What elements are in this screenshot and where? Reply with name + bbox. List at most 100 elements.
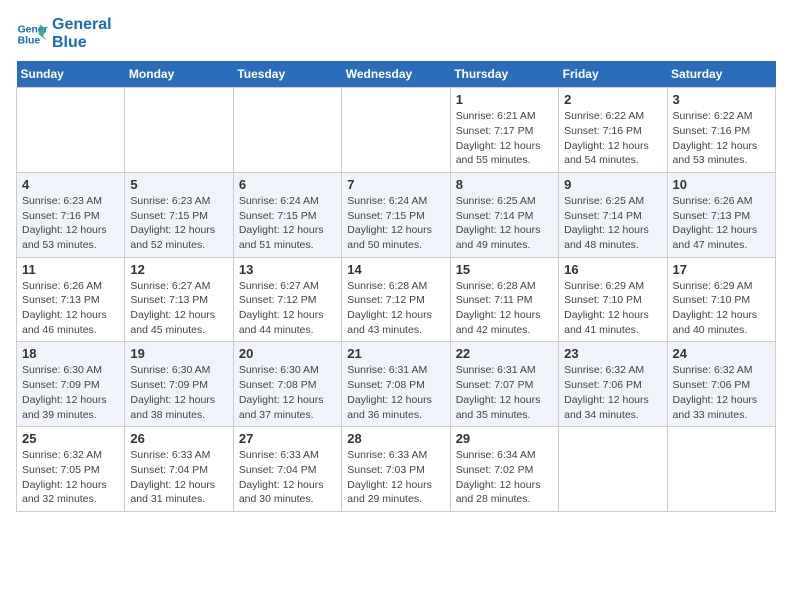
day-number: 20	[239, 346, 336, 361]
svg-text:Blue: Blue	[18, 35, 41, 46]
day-info: Sunrise: 6:31 AM Sunset: 7:07 PM Dayligh…	[456, 363, 553, 422]
day-number: 14	[347, 262, 444, 277]
calendar-day-cell: 14 Sunrise: 6:28 AM Sunset: 7:12 PM Dayli…	[342, 257, 450, 342]
weekday-header-tuesday: Tuesday	[233, 61, 341, 88]
calendar-week-row: 11 Sunrise: 6:26 AM Sunset: 7:13 PM Dayli…	[17, 257, 776, 342]
calendar-empty-cell	[667, 427, 775, 512]
logo: General Blue GeneralBlue	[16, 16, 112, 51]
calendar-empty-cell	[233, 88, 341, 173]
weekday-header-wednesday: Wednesday	[342, 61, 450, 88]
day-info: Sunrise: 6:26 AM Sunset: 7:13 PM Dayligh…	[22, 279, 119, 338]
day-info: Sunrise: 6:31 AM Sunset: 7:08 PM Dayligh…	[347, 363, 444, 422]
calendar-day-cell: 11 Sunrise: 6:26 AM Sunset: 7:13 PM Dayli…	[17, 257, 125, 342]
day-info: Sunrise: 6:28 AM Sunset: 7:11 PM Dayligh…	[456, 279, 553, 338]
day-number: 23	[564, 346, 661, 361]
day-info: Sunrise: 6:29 AM Sunset: 7:10 PM Dayligh…	[673, 279, 770, 338]
calendar-day-cell: 26 Sunrise: 6:33 AM Sunset: 7:04 PM Dayli…	[125, 427, 233, 512]
day-info: Sunrise: 6:24 AM Sunset: 7:15 PM Dayligh…	[347, 194, 444, 253]
day-number: 22	[456, 346, 553, 361]
weekday-header-row: SundayMondayTuesdayWednesdayThursdayFrid…	[17, 61, 776, 88]
calendar-week-row: 4Sunrise: 6:23 AM Sunset: 7:16 PM Daylig…	[17, 172, 776, 257]
day-number: 29	[456, 431, 553, 446]
day-number: 21	[347, 346, 444, 361]
day-number: 9	[564, 177, 661, 192]
calendar-day-cell: 4Sunrise: 6:23 AM Sunset: 7:16 PM Daylig…	[17, 172, 125, 257]
day-info: Sunrise: 6:22 AM Sunset: 7:16 PM Dayligh…	[564, 109, 661, 168]
day-info: Sunrise: 6:33 AM Sunset: 7:04 PM Dayligh…	[130, 448, 227, 507]
day-info: Sunrise: 6:33 AM Sunset: 7:04 PM Dayligh…	[239, 448, 336, 507]
calendar-day-cell: 21 Sunrise: 6:31 AM Sunset: 7:08 PM Dayli…	[342, 342, 450, 427]
calendar-day-cell: 2Sunrise: 6:22 AM Sunset: 7:16 PM Daylig…	[559, 88, 667, 173]
calendar-day-cell: 25Sunrise: 6:32 AM Sunset: 7:05 PM Dayli…	[17, 427, 125, 512]
day-info: Sunrise: 6:25 AM Sunset: 7:14 PM Dayligh…	[564, 194, 661, 253]
day-info: Sunrise: 6:32 AM Sunset: 7:05 PM Dayligh…	[22, 448, 119, 507]
calendar-day-cell: 29 Sunrise: 6:34 AM Sunset: 7:02 PM Dayli…	[450, 427, 558, 512]
day-info: Sunrise: 6:27 AM Sunset: 7:12 PM Dayligh…	[239, 279, 336, 338]
logo-text: GeneralBlue	[52, 16, 112, 51]
day-number: 11	[22, 262, 119, 277]
calendar-day-cell: 13 Sunrise: 6:27 AM Sunset: 7:12 PM Dayli…	[233, 257, 341, 342]
day-info: Sunrise: 6:25 AM Sunset: 7:14 PM Dayligh…	[456, 194, 553, 253]
calendar-day-cell: 10Sunrise: 6:26 AM Sunset: 7:13 PM Dayli…	[667, 172, 775, 257]
calendar-day-cell: 17 Sunrise: 6:29 AM Sunset: 7:10 PM Dayli…	[667, 257, 775, 342]
day-number: 8	[456, 177, 553, 192]
weekday-header-friday: Friday	[559, 61, 667, 88]
day-info: Sunrise: 6:23 AM Sunset: 7:15 PM Dayligh…	[130, 194, 227, 253]
day-info: Sunrise: 6:30 AM Sunset: 7:09 PM Dayligh…	[22, 363, 119, 422]
calendar-day-cell: 20 Sunrise: 6:30 AM Sunset: 7:08 PM Dayli…	[233, 342, 341, 427]
calendar-empty-cell	[125, 88, 233, 173]
weekday-header-saturday: Saturday	[667, 61, 775, 88]
calendar-day-cell: 24Sunrise: 6:32 AM Sunset: 7:06 PM Dayli…	[667, 342, 775, 427]
day-number: 19	[130, 346, 227, 361]
day-number: 1	[456, 92, 553, 107]
page-header: General Blue GeneralBlue	[16, 16, 776, 51]
day-number: 12	[130, 262, 227, 277]
day-info: Sunrise: 6:33 AM Sunset: 7:03 PM Dayligh…	[347, 448, 444, 507]
calendar-day-cell: 8 Sunrise: 6:25 AM Sunset: 7:14 PM Daylig…	[450, 172, 558, 257]
calendar-empty-cell	[342, 88, 450, 173]
calendar-empty-cell	[17, 88, 125, 173]
calendar-week-row: 18 Sunrise: 6:30 AM Sunset: 7:09 PM Dayli…	[17, 342, 776, 427]
day-number: 26	[130, 431, 227, 446]
day-number: 17	[673, 262, 770, 277]
day-info: Sunrise: 6:30 AM Sunset: 7:09 PM Dayligh…	[130, 363, 227, 422]
calendar-day-cell: 28 Sunrise: 6:33 AM Sunset: 7:03 PM Dayli…	[342, 427, 450, 512]
calendar-day-cell: 7 Sunrise: 6:24 AM Sunset: 7:15 PM Daylig…	[342, 172, 450, 257]
day-info: Sunrise: 6:28 AM Sunset: 7:12 PM Dayligh…	[347, 279, 444, 338]
day-info: Sunrise: 6:21 AM Sunset: 7:17 PM Dayligh…	[456, 109, 553, 168]
day-number: 10	[673, 177, 770, 192]
calendar-table: SundayMondayTuesdayWednesdayThursdayFrid…	[16, 61, 776, 512]
calendar-day-cell: 22 Sunrise: 6:31 AM Sunset: 7:07 PM Dayli…	[450, 342, 558, 427]
day-info: Sunrise: 6:27 AM Sunset: 7:13 PM Dayligh…	[130, 279, 227, 338]
day-number: 6	[239, 177, 336, 192]
day-number: 3	[673, 92, 770, 107]
day-info: Sunrise: 6:22 AM Sunset: 7:16 PM Dayligh…	[673, 109, 770, 168]
day-number: 7	[347, 177, 444, 192]
day-number: 15	[456, 262, 553, 277]
calendar-day-cell: 1 Sunrise: 6:21 AM Sunset: 7:17 PM Daylig…	[450, 88, 558, 173]
calendar-day-cell: 19 Sunrise: 6:30 AM Sunset: 7:09 PM Dayli…	[125, 342, 233, 427]
calendar-week-row: 1 Sunrise: 6:21 AM Sunset: 7:17 PM Daylig…	[17, 88, 776, 173]
calendar-day-cell: 5 Sunrise: 6:23 AM Sunset: 7:15 PM Daylig…	[125, 172, 233, 257]
calendar-day-cell: 6 Sunrise: 6:24 AM Sunset: 7:15 PM Daylig…	[233, 172, 341, 257]
day-number: 27	[239, 431, 336, 446]
calendar-day-cell: 18 Sunrise: 6:30 AM Sunset: 7:09 PM Dayli…	[17, 342, 125, 427]
day-number: 16	[564, 262, 661, 277]
calendar-empty-cell	[559, 427, 667, 512]
weekday-header-thursday: Thursday	[450, 61, 558, 88]
weekday-header-sunday: Sunday	[17, 61, 125, 88]
day-info: Sunrise: 6:32 AM Sunset: 7:06 PM Dayligh…	[564, 363, 661, 422]
calendar-day-cell: 15 Sunrise: 6:28 AM Sunset: 7:11 PM Dayli…	[450, 257, 558, 342]
day-info: Sunrise: 6:23 AM Sunset: 7:16 PM Dayligh…	[22, 194, 119, 253]
day-info: Sunrise: 6:29 AM Sunset: 7:10 PM Dayligh…	[564, 279, 661, 338]
day-number: 5	[130, 177, 227, 192]
day-info: Sunrise: 6:24 AM Sunset: 7:15 PM Dayligh…	[239, 194, 336, 253]
logo-icon: General Blue	[16, 18, 48, 50]
day-number: 28	[347, 431, 444, 446]
day-info: Sunrise: 6:32 AM Sunset: 7:06 PM Dayligh…	[673, 363, 770, 422]
day-info: Sunrise: 6:30 AM Sunset: 7:08 PM Dayligh…	[239, 363, 336, 422]
day-info: Sunrise: 6:34 AM Sunset: 7:02 PM Dayligh…	[456, 448, 553, 507]
day-number: 13	[239, 262, 336, 277]
weekday-header-monday: Monday	[125, 61, 233, 88]
day-number: 18	[22, 346, 119, 361]
